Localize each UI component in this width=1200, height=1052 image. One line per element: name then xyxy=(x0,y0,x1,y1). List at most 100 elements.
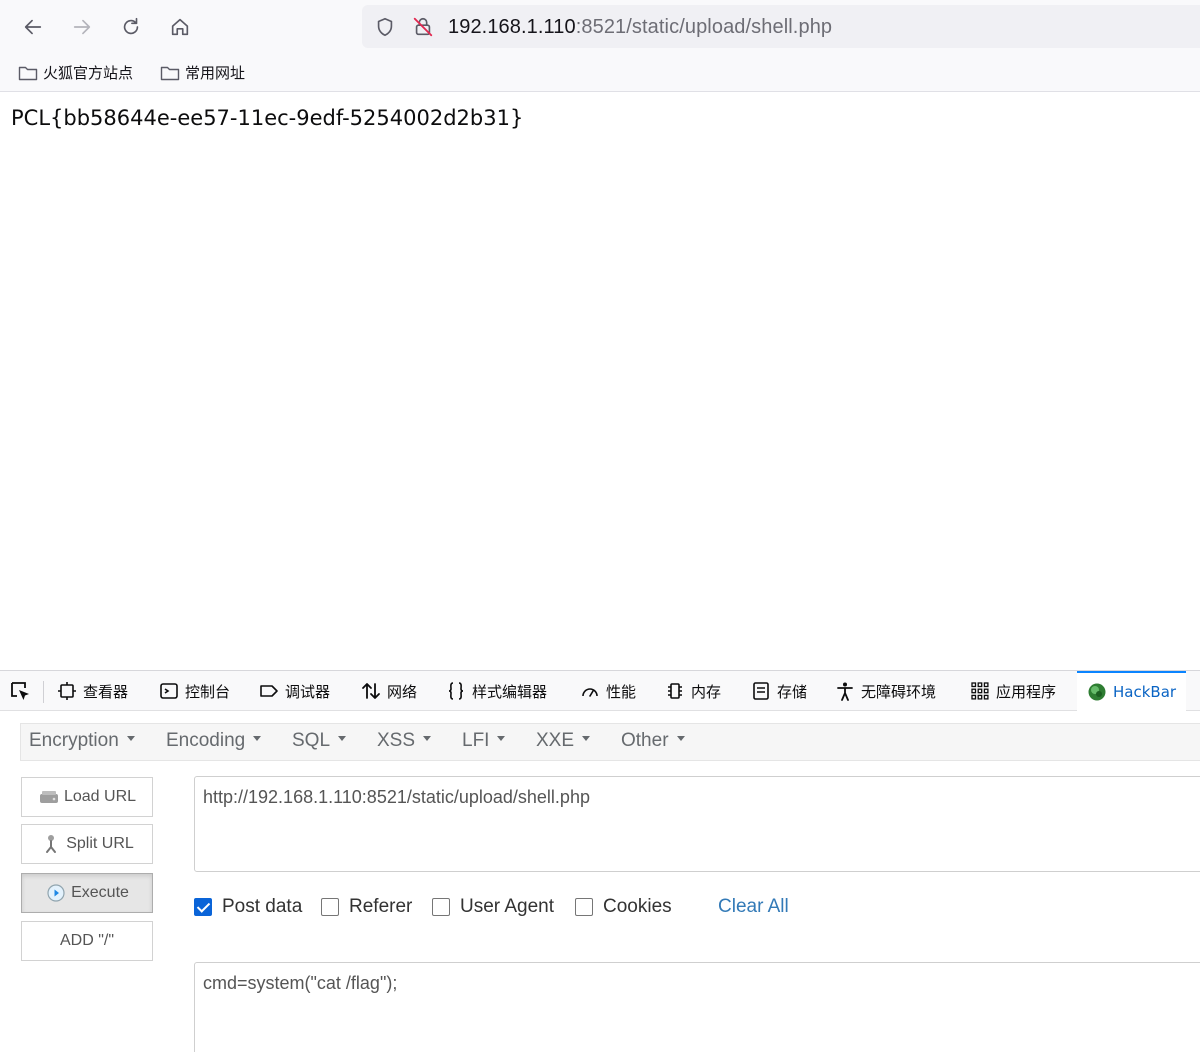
folder-icon xyxy=(18,66,38,80)
tab-label: 应用程序 xyxy=(996,682,1057,701)
post-data-textarea[interactable]: cmd=system("cat /flag"); xyxy=(194,962,1200,1052)
load-drive-icon xyxy=(39,791,58,803)
button-label: ADD "/" xyxy=(59,932,115,949)
execute-button[interactable]: Execute xyxy=(21,873,153,913)
referer-option[interactable]: Referer xyxy=(321,896,412,918)
flag-output: PCL{bb58644e-ee57-11ec-9edf-5254002d2b31… xyxy=(11,106,524,130)
tab-debugger[interactable]: 调试器 xyxy=(259,671,330,711)
menu-other[interactable]: Other xyxy=(621,730,685,752)
folder-icon xyxy=(160,66,180,80)
user-agent-checkbox[interactable] xyxy=(432,898,450,916)
post-data-option[interactable]: Post data xyxy=(194,896,302,918)
menu-xss[interactable]: XSS xyxy=(377,730,432,752)
hackbar-menu-bar: Encryption Encoding SQL XSS LFI XXE Othe… xyxy=(20,723,1200,761)
url-text[interactable]: 192.168.1.110:8521/static/upload/shell.p… xyxy=(448,16,832,39)
tab-separator xyxy=(43,681,44,703)
bookmark-label: 常用网址 xyxy=(185,64,246,82)
reload-icon xyxy=(123,17,139,35)
devtools-tab-bar: 查看器 控制台 调试器 网络 样式编辑器 性能 内存 存储 无障碍环境 应用程序… xyxy=(0,671,1200,711)
hackbar-logo-icon xyxy=(1088,683,1106,701)
menu-sql[interactable]: SQL xyxy=(292,730,347,752)
split-url-button[interactable]: Split URL xyxy=(21,824,153,864)
menu-label: Encoding xyxy=(166,730,246,751)
tab-accessibility[interactable]: 无障碍环境 xyxy=(835,671,936,711)
bookmark-label: 火狐官方站点 xyxy=(43,64,134,82)
clear-all-link[interactable]: Clear All xyxy=(718,896,789,918)
reload-button[interactable] xyxy=(116,12,146,42)
tab-label: 样式编辑器 xyxy=(472,682,548,701)
menu-label: LFI xyxy=(462,730,490,751)
tab-hackbar[interactable]: HackBar xyxy=(1077,671,1187,711)
menu-label: SQL xyxy=(292,730,331,751)
tab-label: 查看器 xyxy=(83,682,129,701)
home-icon xyxy=(171,18,189,36)
caret-down-icon xyxy=(497,736,506,742)
button-label: Execute xyxy=(71,884,129,901)
option-label: Cookies xyxy=(603,896,672,917)
cookies-option[interactable]: Cookies xyxy=(575,896,672,918)
tab-network[interactable]: 网络 xyxy=(361,671,417,711)
url-path: :8521/static/upload/shell.php xyxy=(575,16,833,38)
shield-icon[interactable] xyxy=(374,16,396,38)
caret-down-icon xyxy=(338,736,347,742)
add-slash-button[interactable]: ADD "/" xyxy=(21,921,153,961)
tab-label: 调试器 xyxy=(285,682,331,701)
element-picker-icon[interactable] xyxy=(8,679,34,705)
bookmarks-toolbar: 火狐官方站点 常用网址 xyxy=(0,54,1200,92)
arrow-right-icon xyxy=(73,19,91,35)
url-host: 192.168.1.110 xyxy=(448,16,576,38)
insecure-lock-icon[interactable] xyxy=(412,16,434,38)
tab-label: 存储 xyxy=(777,682,808,701)
tab-memory[interactable]: 内存 xyxy=(665,671,721,711)
cookies-checkbox[interactable] xyxy=(575,898,593,916)
menu-encoding[interactable]: Encoding xyxy=(166,730,262,752)
accessibility-person-icon xyxy=(837,682,853,701)
inspector-icon xyxy=(58,682,76,700)
tab-performance[interactable]: 性能 xyxy=(580,671,636,711)
tab-inspector[interactable]: 查看器 xyxy=(57,671,128,711)
bookmark-folder-firefox[interactable]: 火狐官方站点 xyxy=(18,62,133,83)
bookmark-folder-common[interactable]: 常用网址 xyxy=(160,62,245,83)
option-label: Referer xyxy=(349,896,413,917)
url-textarea[interactable]: http://192.168.1.110:8521/static/upload/… xyxy=(194,776,1200,872)
menu-encryption[interactable]: Encryption xyxy=(29,730,135,752)
url-bar[interactable]: 192.168.1.110:8521/static/upload/shell.p… xyxy=(362,5,1200,48)
referer-checkbox[interactable] xyxy=(321,898,339,916)
caret-down-icon xyxy=(423,736,432,742)
arrow-left-icon xyxy=(24,19,42,35)
caret-down-icon xyxy=(582,736,591,742)
post-data-checkbox[interactable] xyxy=(194,898,212,916)
tab-label: 内存 xyxy=(691,682,722,701)
menu-label: XSS xyxy=(377,730,416,751)
user-agent-option[interactable]: User Agent xyxy=(432,896,554,918)
debugger-icon xyxy=(260,685,278,697)
play-circle-icon xyxy=(47,884,65,902)
caret-down-icon xyxy=(126,736,135,742)
request-options: Post data Referer User Agent Cookies Cle… xyxy=(194,896,894,922)
network-arrows-icon xyxy=(362,683,380,699)
tab-storage[interactable]: 存储 xyxy=(751,671,807,711)
browser-toolbar: 192.168.1.110:8521/static/upload/shell.p… xyxy=(0,0,1200,54)
menu-label: Other xyxy=(621,730,669,751)
tab-label: HackBar xyxy=(1113,683,1177,701)
tab-console[interactable]: 控制台 xyxy=(159,671,230,711)
tab-style-editor[interactable]: 样式编辑器 xyxy=(446,671,547,711)
menu-xxe[interactable]: XXE xyxy=(536,730,591,752)
tab-application[interactable]: 应用程序 xyxy=(970,671,1056,711)
caret-down-icon xyxy=(253,736,262,742)
tab-label: 性能 xyxy=(606,682,637,701)
tab-label: 网络 xyxy=(387,682,418,701)
option-label: Post data xyxy=(222,896,303,917)
button-label: Split URL xyxy=(66,835,134,852)
load-url-button[interactable]: Load URL xyxy=(21,777,153,817)
menu-label: XXE xyxy=(536,730,575,751)
grid-dots-icon xyxy=(971,682,989,700)
menu-lfi[interactable]: LFI xyxy=(462,730,506,752)
console-icon xyxy=(160,683,178,699)
home-button[interactable] xyxy=(165,12,195,42)
menu-label: Encryption xyxy=(29,730,119,751)
forward-button[interactable] xyxy=(67,12,97,42)
braces-icon xyxy=(448,682,464,700)
back-button[interactable] xyxy=(18,12,48,42)
button-label: Load URL xyxy=(63,788,137,805)
